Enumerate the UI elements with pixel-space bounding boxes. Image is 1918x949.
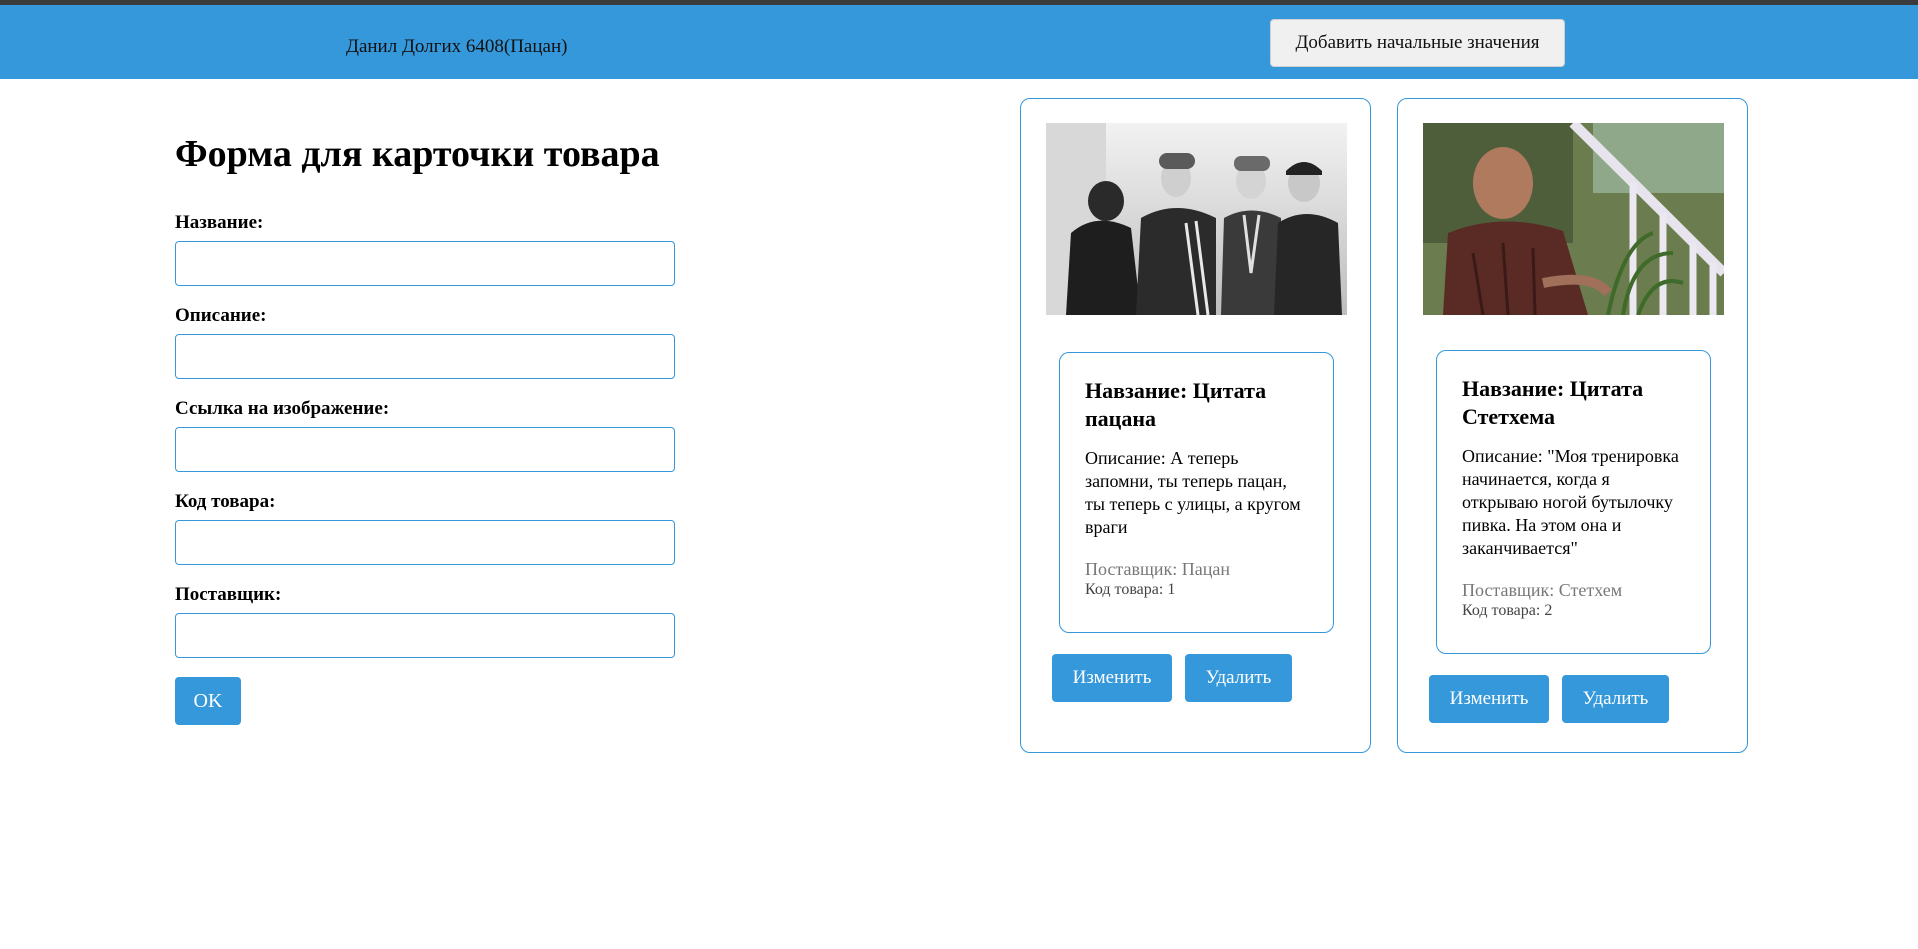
product-code-label: Код товара: — [175, 491, 276, 512]
card-actions: Изменить Удалить — [1429, 675, 1669, 723]
product-card: Навзание: Цитата пацана Описание: А тепе… — [1020, 98, 1371, 753]
product-info-panel: Навзание: Цитата пацана Описание: А тепе… — [1059, 352, 1334, 633]
product-image — [1423, 123, 1724, 315]
product-card-form: Форма для карточки товара Название: Опис… — [175, 130, 675, 725]
image-link-input[interactable] — [175, 427, 675, 472]
name-input[interactable] — [175, 241, 675, 286]
form-title: Форма для карточки товара — [175, 133, 660, 175]
edit-button[interactable]: Изменить — [1429, 675, 1549, 723]
product-title: Навзание: Цитата пацана — [1085, 378, 1267, 431]
card-actions: Изменить Удалить — [1052, 654, 1292, 702]
product-supplier: Поставщик: Стетхем — [1462, 580, 1623, 600]
product-info-panel: Навзание: Цитата Стетхема Описание: "Моя… — [1436, 350, 1711, 654]
product-code-input[interactable] — [175, 520, 675, 565]
supplier-label: Поставщик: — [175, 584, 282, 605]
description-label: Описание: — [175, 305, 267, 326]
product-code: Код товара: 1 — [1085, 581, 1176, 598]
image-link-label: Ссылка на изображение: — [175, 398, 390, 419]
app-header: Данил Долгих 6408(Пацан) Добавить началь… — [0, 5, 1918, 79]
product-title: Навзание: Цитата Стетхема — [1462, 376, 1644, 429]
name-label: Название: — [175, 212, 264, 233]
product-code: Код товара: 2 — [1462, 602, 1553, 619]
black-and-white-group-photo — [1046, 123, 1347, 315]
user-label: Данил Долгих 6408(Пацан) — [346, 36, 568, 57]
product-card: Навзание: Цитата Стетхема Описание: "Моя… — [1397, 98, 1748, 753]
add-initial-values-button[interactable]: Добавить начальные значения — [1270, 19, 1565, 67]
delete-button[interactable]: Удалить — [1562, 675, 1669, 723]
description-input[interactable] — [175, 334, 675, 379]
delete-button[interactable]: Удалить — [1185, 654, 1292, 702]
product-description: Описание: "Моя тренировка начинается, ко… — [1462, 446, 1679, 558]
product-image — [1046, 123, 1347, 315]
product-supplier: Поставщик: Пацан — [1085, 559, 1230, 579]
edit-button[interactable]: Изменить — [1052, 654, 1172, 702]
ok-button[interactable]: OK — [175, 677, 241, 725]
supplier-input[interactable] — [175, 613, 675, 658]
man-on-porch-photo — [1423, 123, 1724, 315]
product-description: Описание: А теперь запомни, ты теперь па… — [1085, 448, 1301, 537]
